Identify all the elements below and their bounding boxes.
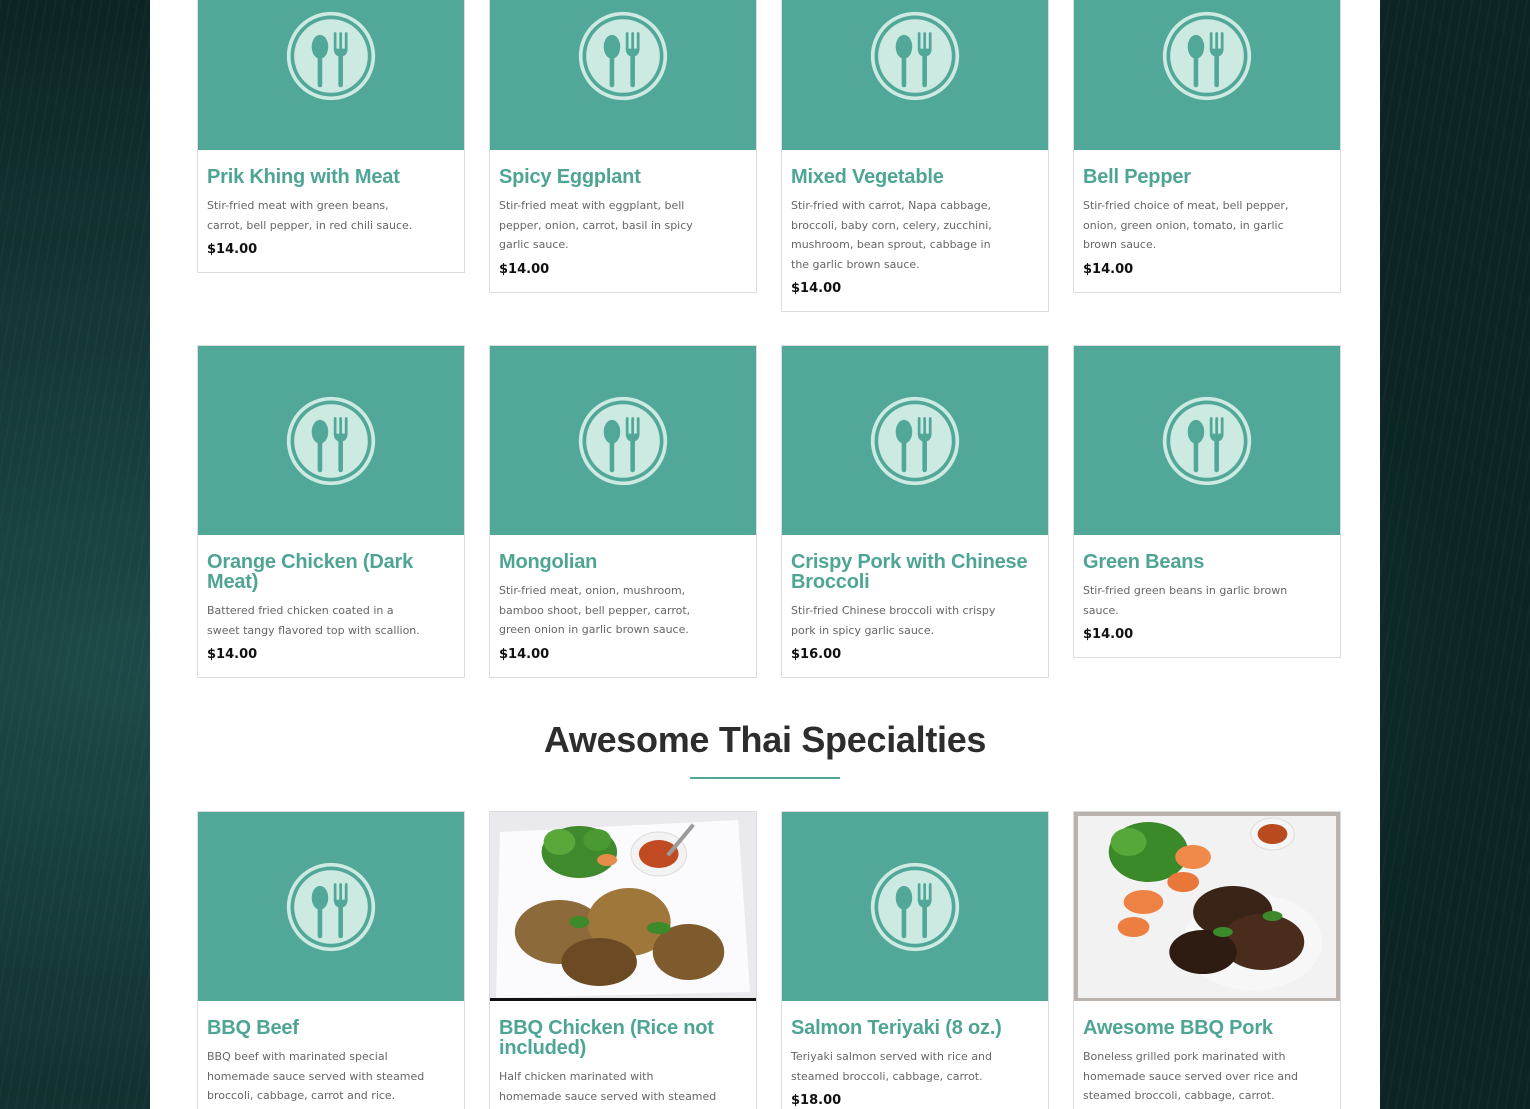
menu-card-crispy-pork[interactable]: Crispy Pork with Chinese Broccoli Stir-f… [781,345,1049,678]
menu-item-price: $14.00 [1083,627,1134,642]
placeholder-image [1074,346,1340,535]
menu-item-title[interactable]: Orange Chicken (Dark Meat) [207,552,455,592]
menu-item-description: Stir-fried meat, onion, mushroom, bamboo… [499,584,691,636]
placeholder-image [782,812,1048,1001]
spoon-fork-icon [286,862,376,951]
menu-item-description: Boneless grilled pork marinated with hom… [1083,1050,1299,1102]
heading-underline [690,777,840,779]
menu-card-awesome-bbq-pork[interactable]: Awesome BBQ Pork Boneless grilled pork m… [1073,811,1341,1109]
menu-item-price: $14.00 [207,647,258,662]
spoon-fork-icon [286,396,376,485]
menu-item-price: $14.00 [791,281,842,296]
menu-item-price: $14.00 [207,242,258,257]
menu-item-title[interactable]: Bell Pepper [1083,167,1331,187]
menu-item-price: $16.00 [791,647,842,662]
page-content: Prik Khing with Meat Stir-fried meat wit… [150,0,1380,1109]
menu-item-description: Battered fried chicken coated in a sweet… [207,604,420,637]
spoon-fork-icon [1162,396,1252,485]
menu-item-price: $14.00 [1083,261,1134,277]
spoon-fork-icon [1162,11,1252,100]
menu-item-description: Stir-fried meat with green beans, carrot… [207,199,413,232]
menu-item-title[interactable]: Green Beans [1083,552,1331,572]
menu-item-title[interactable]: Crispy Pork with Chinese Broccoli [791,552,1039,592]
menu-item-description: Stir-fried Chinese broccoli with crispy … [791,604,996,637]
menu-item-description: Stir-fried with carrot, Napa cabbage, br… [791,199,992,271]
menu-item-title[interactable]: BBQ Chicken (Rice not included) [499,1018,747,1058]
menu-item-description: Half chicken marinated with homemade sau… [499,1070,717,1103]
menu-card-bbq-beef[interactable]: BBQ Beef BBQ beef with marinated special… [197,811,465,1109]
menu-item-title[interactable]: Mongolian [499,552,747,572]
placeholder-image [490,346,756,535]
placeholder-image [198,346,464,535]
spoon-fork-icon [578,396,668,485]
spoon-fork-icon [870,396,960,485]
menu-card-mongolian[interactable]: Mongolian Stir-fried meat, onion, mushro… [489,345,757,678]
placeholder-image [782,0,1048,150]
menu-item-title[interactable]: Awesome BBQ Pork [1083,1018,1331,1038]
menu-card-salmon-teriyaki[interactable]: Salmon Teriyaki (8 oz.) Teriyaki salmon … [781,811,1049,1109]
placeholder-image [198,812,464,1001]
food-photo-bbq-chicken [490,812,756,1001]
food-photo-bbq-pork [1074,812,1340,1001]
menu-item-price: $18.00 [791,1093,842,1108]
placeholder-image [198,0,464,150]
menu-card-mixed-vegetable[interactable]: Mixed Vegetable Stir-fried with carrot, … [781,0,1049,312]
bbq-pork-photo[interactable] [1074,812,1340,1001]
menu-item-title[interactable]: Spicy Eggplant [499,167,747,187]
menu-item-title[interactable]: BBQ Beef [207,1018,455,1038]
spoon-fork-icon [870,11,960,100]
menu-item-description: Stir-fried choice of meat, bell pepper, … [1083,199,1289,251]
spoon-fork-icon [578,11,668,100]
menu-item-description: Teriyaki salmon served with rice and ste… [791,1050,993,1083]
menu-item-description: Stir-fried meat with eggplant, bell pepp… [499,199,693,251]
menu-card-green-beans[interactable]: Green Beans Stir-fried green beans in ga… [1073,345,1341,658]
menu-card-prik-khing[interactable]: Prik Khing with Meat Stir-fried meat wit… [197,0,465,273]
menu-item-title[interactable]: Prik Khing with Meat [207,167,455,187]
placeholder-image [490,0,756,150]
menu-item-description: BBQ beef with marinated special homemade… [207,1050,425,1102]
menu-card-bbq-chicken[interactable]: BBQ Chicken (Rice not included) Half chi… [489,811,757,1109]
menu-item-price: $14.00 [499,261,550,277]
placeholder-image [782,346,1048,535]
spoon-fork-icon [286,11,376,100]
placeholder-image [1074,0,1340,150]
menu-item-title[interactable]: Salmon Teriyaki (8 oz.) [791,1018,1039,1038]
bbq-chicken-photo[interactable] [490,812,756,1001]
section-heading: Awesome Thai Specialties [543,719,987,760]
menu-card-orange-chicken[interactable]: Orange Chicken (Dark Meat) Battered frie… [197,345,465,678]
menu-item-title[interactable]: Mixed Vegetable [791,167,1039,187]
menu-item-price: $14.00 [499,646,550,662]
menu-card-bell-pepper[interactable]: Bell Pepper Stir-fried choice of meat, b… [1073,0,1341,293]
menu-item-description: Stir-fried green beans in garlic brown s… [1083,584,1288,617]
menu-card-spicy-eggplant[interactable]: Spicy Eggplant Stir-fried meat with eggp… [489,0,757,293]
spoon-fork-icon [870,862,960,951]
